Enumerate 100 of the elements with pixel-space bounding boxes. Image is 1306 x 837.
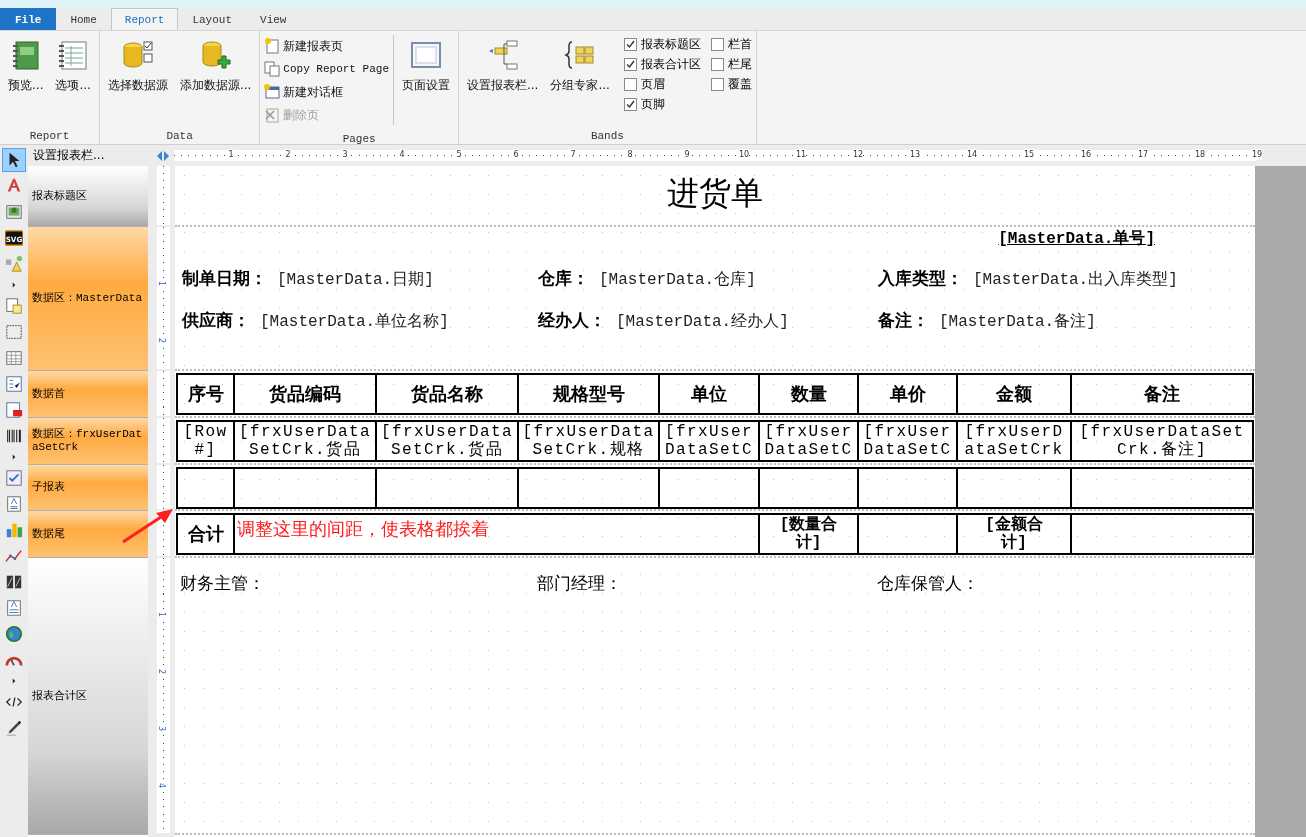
- item-label: Copy Report Page: [283, 63, 389, 75]
- table-cell: [frxUserDataSetCrk.规格: [519, 422, 660, 460]
- column-header: 单价: [859, 375, 958, 413]
- field-value: [MasterData.经办人]: [616, 312, 789, 332]
- column-header: 单位: [660, 375, 760, 413]
- new-page-icon: [264, 38, 281, 54]
- field-label: 制单日期：: [182, 267, 267, 290]
- band-label: 报表标题区: [32, 189, 87, 203]
- band-header[interactable]: 数据首: [28, 371, 148, 418]
- checkbox[interactable]: [710, 58, 724, 71]
- checkbox-label: 页眉: [640, 76, 665, 93]
- pointer-icon[interactable]: [2, 148, 26, 172]
- ruler-number: 16: [1080, 149, 1092, 160]
- checkbox[interactable]: [623, 58, 637, 71]
- amount-total: [金额合计]: [958, 515, 1072, 553]
- band-label: 子报表: [32, 481, 65, 494]
- ruler-number: 8: [627, 149, 633, 160]
- column-header: 货品编码: [235, 375, 377, 413]
- group-title: Bands: [589, 130, 625, 144]
- checkbox[interactable]: [623, 98, 637, 111]
- collapse-arrows-icon[interactable]: [156, 150, 170, 161]
- table-cell: [Row#]: [178, 422, 235, 460]
- ruler-number: 3: [157, 725, 167, 732]
- field-value: [MasterData.单位名称]: [260, 312, 449, 332]
- band-header[interactable]: 数据尾: [28, 511, 148, 558]
- database-add-icon: [199, 39, 232, 71]
- table-cell: [frxUserDataSetCrk.货品: [235, 422, 377, 460]
- ruler-number: 2: [285, 149, 291, 160]
- ribbon-button[interactable]: 分组专家...: [546, 35, 614, 130]
- checkbox[interactable]: [710, 38, 724, 51]
- ribbon-button[interactable]: 预览...: [4, 35, 48, 130]
- ruler-number: 13: [909, 149, 921, 160]
- band-header[interactable]: 数据区：MasterData: [28, 227, 148, 371]
- item-label: 新建对话框: [283, 83, 344, 101]
- ribbon-menu-item[interactable]: 新建报表页: [264, 36, 389, 56]
- ruler-number: 12: [852, 149, 864, 160]
- spreadsheet-icon: [57, 39, 90, 71]
- field-value: [MasterData.备注]: [939, 311, 1096, 332]
- ruler-number: 14: [966, 149, 978, 160]
- field-label: 供应商：: [182, 309, 250, 332]
- signature-label: 仓库保管人：: [877, 572, 979, 595]
- checkbox[interactable]: [623, 38, 637, 51]
- ribbon-button[interactable]: 选项...: [51, 35, 95, 130]
- ribbon-button[interactable]: 设置报表栏...: [463, 35, 543, 130]
- ribbon-tab[interactable]: Report: [110, 8, 179, 30]
- column-header: 数量: [760, 375, 859, 413]
- ribbon-tab[interactable]: Home: [56, 8, 111, 30]
- file-tab[interactable]: File: [0, 8, 57, 30]
- field-label: 入库类型：: [878, 267, 963, 290]
- band-panel-header[interactable]: 设置报表栏...: [28, 147, 148, 164]
- signature-label: 财务主管：: [180, 572, 266, 595]
- group-title: Pages: [341, 133, 377, 147]
- column-header: 规格型号: [519, 375, 660, 413]
- ruler-number: 2: [157, 668, 167, 675]
- ribbon-button[interactable]: 添加数据源...: [175, 35, 256, 130]
- ruler-number: 11: [795, 149, 807, 160]
- total-label: 合计: [178, 515, 235, 553]
- ribbon-tab[interactable]: Layout: [178, 8, 247, 30]
- ruler-number: 17: [1137, 149, 1149, 160]
- item-label: 删除页: [283, 106, 320, 124]
- group-title: Data: [165, 130, 194, 144]
- field-label: 备注：: [878, 309, 929, 332]
- checkbox-label: 栏首: [727, 36, 752, 53]
- database-checklist-icon: [121, 39, 154, 71]
- checkbox-label: 覆盖: [727, 76, 752, 93]
- order-number-field: [MasterData.单号]: [998, 228, 1155, 249]
- brace-grid-icon: [564, 39, 597, 71]
- band-label: 数据尾: [32, 527, 65, 541]
- band-header[interactable]: 子报表: [28, 465, 148, 511]
- field-label: 仓库：: [538, 267, 589, 290]
- field-value: [MasterData.仓库]: [599, 269, 756, 290]
- ribbon-menu-item[interactable]: 新建对话框: [264, 82, 389, 102]
- column-header: 金额: [958, 375, 1072, 413]
- ruler-number: 4: [399, 149, 405, 160]
- table-cell: [frxUserDataSetC: [760, 422, 859, 460]
- checkbox-label: 页脚: [640, 96, 665, 113]
- table-cell: [frxUserDataSetCrk.货品: [377, 422, 519, 460]
- band-header[interactable]: 数据区：frxUserDataSetCrk: [28, 418, 148, 465]
- ruler-number: 9: [684, 149, 690, 160]
- ruler-number: 10: [738, 149, 750, 160]
- checkbox[interactable]: [623, 78, 637, 91]
- table-cell: [frxUserDataSetC: [660, 422, 760, 460]
- table-cell: [frxUserDataSetC: [859, 422, 958, 460]
- ruler-number: 1: [157, 611, 167, 618]
- band-label: 数据区：frxUserDataSetCrk: [32, 428, 143, 454]
- band-header[interactable]: 报表标题区: [28, 166, 148, 227]
- new-dialog-icon: [264, 84, 281, 100]
- ruler-number: 6: [513, 149, 519, 160]
- ruler-number: 18: [1194, 149, 1206, 160]
- ribbon-button[interactable]: 选择数据源: [103, 35, 172, 130]
- table-cell-text: [frxUserDataSetCrk.备注]: [1078, 422, 1246, 460]
- ruler-number: 15: [1023, 149, 1035, 160]
- ribbon-button[interactable]: 页面设置: [398, 35, 454, 133]
- copy-pages-icon: [264, 61, 281, 77]
- ribbon-menu-item[interactable]: Copy Report Page: [264, 59, 389, 79]
- column-header: 序号: [178, 375, 235, 413]
- page-frame-icon: [410, 39, 442, 71]
- column-header: 货品名称: [377, 375, 519, 413]
- ribbon-tab[interactable]: View: [246, 8, 301, 30]
- checkbox[interactable]: [710, 78, 724, 91]
